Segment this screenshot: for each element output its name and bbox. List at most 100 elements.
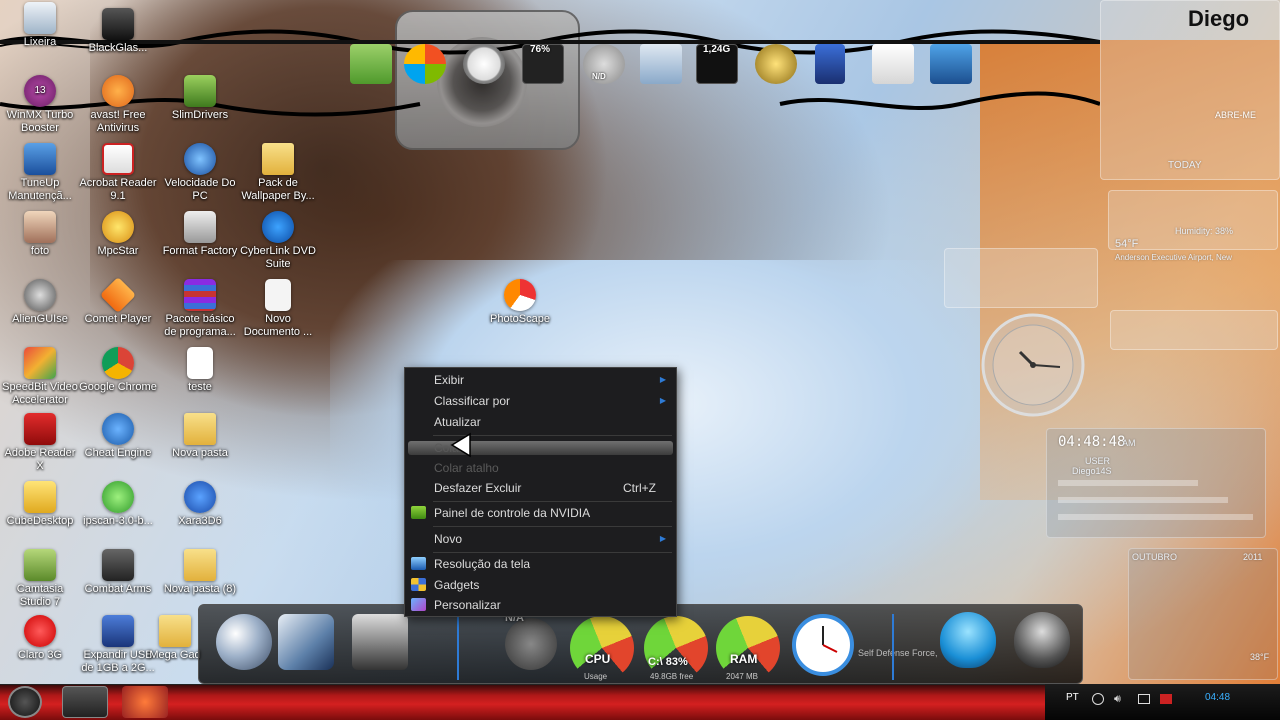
windows-start-icon[interactable] — [404, 44, 446, 84]
recycle-bin-top-icon[interactable] — [640, 44, 682, 84]
disk-gauge[interactable] — [644, 616, 708, 680]
desktop-icon-label: PhotoScape — [490, 313, 550, 325]
desktop-icon-photoscape[interactable]: PhotoScape — [480, 279, 560, 326]
menu-item-label: Personalizar — [434, 598, 501, 612]
saturn-icon[interactable] — [216, 614, 272, 670]
menu-item-desfazer[interactable]: Desfazer Excluir Ctrl+Z — [405, 478, 676, 498]
desktop-icon-cheat-engine[interactable]: Cheat Engine — [78, 413, 158, 460]
desktop-icon-chrome[interactable]: Google Chrome — [78, 347, 158, 394]
desktop-icon-winrar[interactable]: Pacote básico de programa... — [160, 279, 240, 339]
submenu-arrow-icon: ▶ — [659, 375, 666, 384]
user-label: USER — [1085, 456, 1111, 466]
cpu-gauge-label: CPU — [585, 652, 611, 666]
alienware-gray-icon[interactable] — [1014, 612, 1070, 668]
language-indicator[interactable]: PT — [1066, 692, 1079, 703]
desktop-icon-tuneup[interactable]: TuneUp Manutençã... — [0, 143, 80, 203]
media-player-gadget[interactable] — [944, 248, 1098, 308]
menu-item-atualizar[interactable]: Atualizar — [405, 412, 676, 432]
winmx-icon: 13 — [24, 75, 56, 107]
desktop-icon-wallpaper-pack[interactable]: Pack de Wallpaper By... — [238, 143, 318, 203]
desktop-icon-recycle-bin[interactable]: Lixeira — [0, 2, 80, 49]
folder-icon — [184, 413, 216, 445]
desktop-icon-nova-pasta-8[interactable]: Nova pasta (8) — [160, 549, 240, 596]
drive-icon[interactable] — [815, 44, 845, 84]
taskbar-app-photoscape[interactable] — [122, 686, 168, 718]
desktop-icon-winmx[interactable]: 13 WinMX Turbo Booster — [0, 75, 80, 135]
taskbar-app-media[interactable] — [62, 686, 108, 718]
tray-window-icon[interactable] — [1138, 694, 1150, 704]
desktop-icon-label: Acrobat Reader 9.1 — [79, 177, 157, 202]
desktop-icon-slimdrivers[interactable]: SlimDrivers — [160, 75, 240, 122]
clock-icon[interactable] — [463, 44, 505, 84]
cpu-gauge[interactable] — [570, 616, 634, 680]
ipscan-icon — [102, 481, 134, 513]
menu-item-classificar[interactable]: Classificar por ▶ — [405, 391, 676, 411]
network-icon[interactable] — [1092, 693, 1104, 705]
desktop-icon-cyberlink[interactable]: CyberLink DVD Suite — [238, 211, 318, 271]
desktop-icon-mega-gad[interactable]: Mega Gad — [145, 615, 205, 662]
desktop-icon-blackglass[interactable]: BlackGlas... — [78, 8, 158, 55]
desktop-icon-format-factory[interactable]: Format Factory — [160, 211, 240, 258]
desktop-icon-acrobat[interactable]: Acrobat Reader 9.1 — [78, 143, 158, 203]
photos-icon[interactable] — [930, 44, 972, 84]
desktop-icon-comet[interactable]: Comet Player — [78, 276, 158, 326]
tools-icon[interactable] — [278, 614, 334, 670]
menu-item-exibir[interactable]: Exibir ▶ — [405, 370, 676, 390]
desktop-icon-speedbit[interactable]: SpeedBit Video Accelerator — [0, 347, 80, 407]
speed-pc-icon — [184, 143, 216, 175]
desktop-icon-label: Claro 3G — [17, 649, 63, 661]
desktop-icon-mpcstar[interactable]: MpcStar — [78, 211, 158, 258]
menu-item-novo[interactable]: Novo ▶ — [405, 529, 676, 549]
desktop-icon-label: BlackGlas... — [88, 42, 148, 54]
ram-gauge[interactable] — [716, 616, 780, 680]
dock-clock-icon[interactable] — [792, 614, 854, 676]
desktop-icon-xara3d[interactable]: Xara3D6 — [160, 481, 240, 528]
desktop-icon-velocidade[interactable]: Velocidade Do PC — [160, 143, 240, 203]
desktop-icon-label: CyberLink DVD Suite — [240, 245, 316, 270]
desktop-icon-adobe-reader[interactable]: Adobe Reader X — [0, 413, 80, 473]
start-button[interactable] — [8, 686, 42, 718]
desktop-icon-avast[interactable]: avast! Free Antivirus — [78, 75, 158, 135]
chrome-icon — [102, 347, 134, 379]
weather-humidity: Humidity: 38% — [1175, 226, 1234, 236]
desktop-icon-novo-documento[interactable]: Novo Documento ... — [238, 279, 318, 339]
desktop-icon-teste[interactable]: teste — [160, 347, 240, 394]
taskbar-clock[interactable]: 04:48 — [1205, 692, 1230, 703]
analog-clock-gadget[interactable] — [980, 312, 1086, 418]
menu-item-nvidia[interactable]: Painel de controle da NVIDIA — [405, 503, 676, 523]
menu-item-gadgets[interactable]: Gadgets — [405, 575, 676, 595]
desktop-icon-aliengui[interactable]: AlienGUIse — [0, 279, 80, 326]
desktop-icon-label: SlimDrivers — [171, 109, 229, 121]
desktop-icon-camtasia[interactable]: Camtasia Studio 7 — [0, 549, 80, 609]
camtasia-icon — [24, 549, 56, 581]
desktop-icon-combat-arms[interactable]: Combat Arms — [78, 549, 158, 596]
green-app-icon[interactable] — [350, 44, 392, 84]
desktop-icon-label: Camtasia Studio 7 — [16, 583, 64, 608]
desktop-icon-claro[interactable]: Claro 3G — [0, 615, 80, 662]
tray-alert-icon[interactable] — [1160, 694, 1172, 704]
winrar-icon — [184, 279, 216, 311]
calendar-today[interactable]: TODAY — [1168, 160, 1202, 171]
computer-icon[interactable] — [352, 614, 408, 670]
menu-item-label: Classificar por — [434, 394, 511, 408]
disk-usage-bar — [1058, 514, 1253, 520]
desktop-icon-foto[interactable]: foto — [0, 211, 80, 258]
volume-icon[interactable]: 🔊︎ — [1114, 693, 1121, 706]
media-player-gadget-2[interactable] — [1110, 310, 1278, 350]
desktop-icon-ipscan[interactable]: ipscan-3.0-b... — [78, 481, 158, 528]
menu-item-personalizar[interactable]: Personalizar — [405, 595, 676, 615]
menu-item-colar-atalho[interactable]: Colar atalho — [405, 458, 676, 478]
alienware-blue-icon[interactable] — [940, 612, 996, 668]
desktop-icon-cubedesktop[interactable]: CubeDesktop — [0, 481, 80, 528]
menu-item-label: Colar atalho — [434, 461, 499, 475]
gear-icon[interactable] — [505, 618, 557, 670]
menu-item-shortcut: Ctrl+Z — [623, 481, 656, 495]
menu-item-resolucao[interactable]: Resolução da tela — [405, 554, 676, 574]
mail-icon[interactable] — [872, 44, 914, 84]
menu-item-label: Resolução da tela — [434, 557, 531, 571]
desktop-icon-nova-pasta[interactable]: Nova pasta — [160, 413, 240, 460]
menu-item-colar[interactable]: Colar — [405, 438, 676, 458]
network-globe-icon[interactable] — [755, 44, 797, 84]
context-menu: Exibir ▶ Classificar por ▶ Atualizar Col… — [404, 367, 677, 617]
menu-separator — [433, 552, 672, 553]
